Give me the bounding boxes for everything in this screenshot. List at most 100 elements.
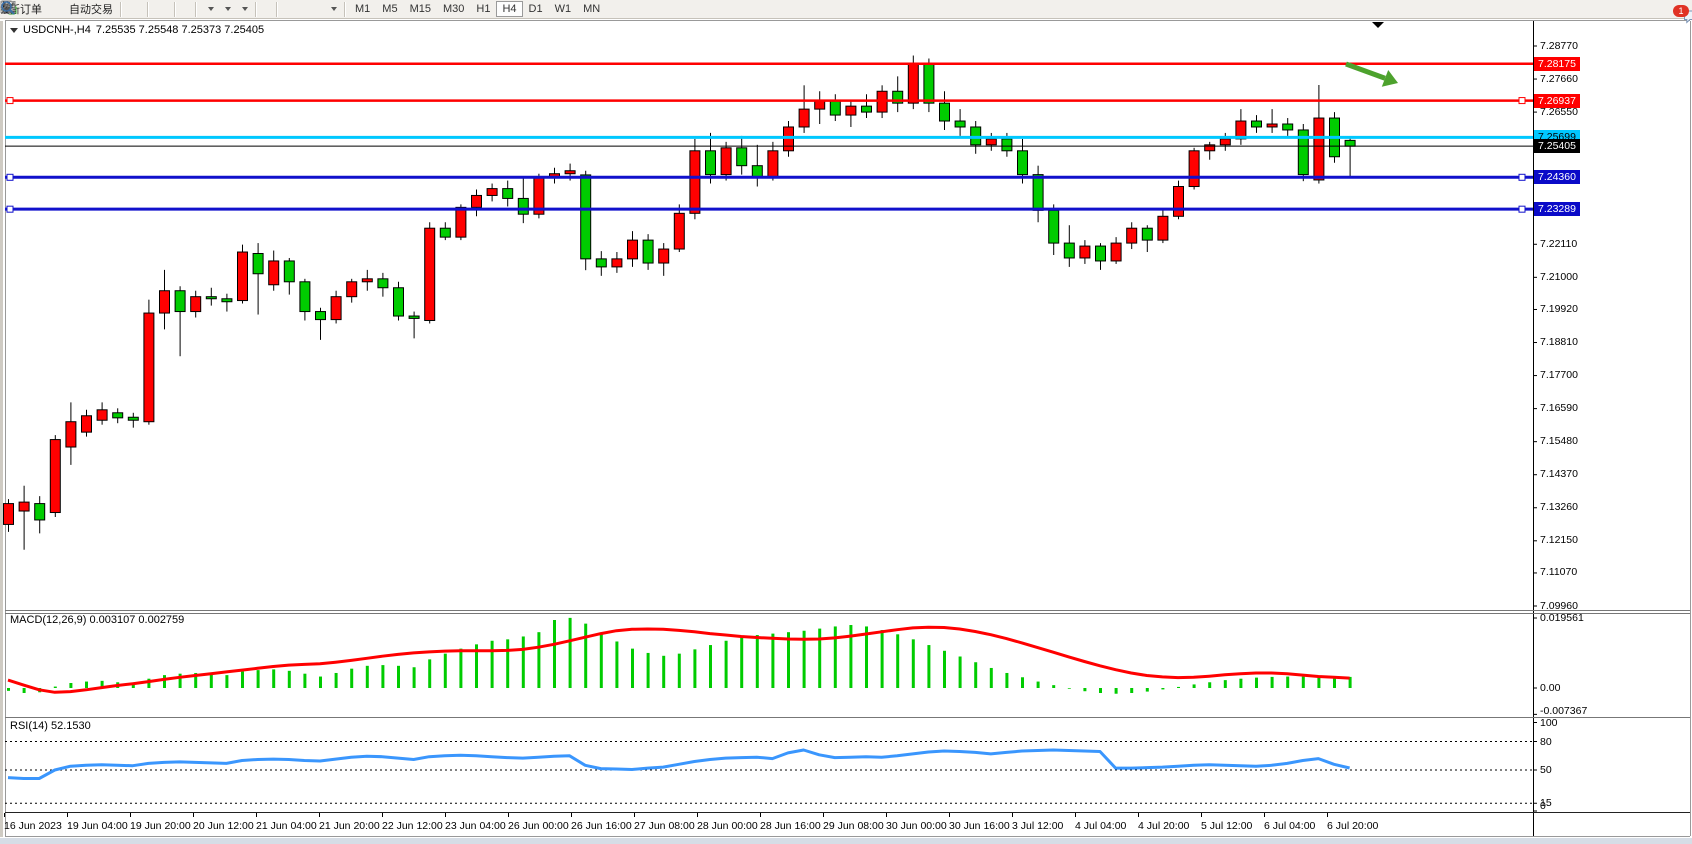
timeframe-h4-button[interactable]: H4 — [496, 1, 522, 17]
candle-body — [284, 261, 294, 282]
candle-body — [612, 259, 622, 267]
timeframe-h1-button[interactable]: H1 — [470, 1, 496, 17]
price-scale-tick: 7.11070 — [1540, 566, 1577, 578]
candle-body — [128, 417, 138, 420]
time-axis-label: 16 Jun 2023 — [4, 820, 62, 832]
price-scale-tick: 7.16590 — [1540, 402, 1578, 414]
level-line-handle — [7, 98, 13, 104]
chart-shift-button[interactable] — [185, 0, 191, 18]
candle-body — [1220, 139, 1230, 145]
candle-body — [160, 291, 170, 313]
candle-body — [830, 100, 840, 115]
candle-body — [737, 148, 747, 166]
candle-body — [1142, 228, 1152, 240]
chart-title: USDCNH-,H4 7.25535 7.25548 7.25373 7.254… — [10, 24, 264, 36]
chart-ohlc-values: 7.25535 7.25548 7.25373 7.25405 — [96, 24, 264, 36]
candle-body — [456, 207, 466, 237]
candle-body — [378, 279, 388, 288]
time-axis-label: 28 Jun 16:00 — [760, 820, 821, 832]
candle-body — [1127, 228, 1137, 243]
candle-body — [1033, 175, 1043, 211]
time-axis-label: 4 Jul 20:00 — [1138, 820, 1189, 832]
toolbar-separator — [344, 2, 345, 17]
level-line-handle — [7, 206, 13, 212]
candle-body — [674, 213, 684, 249]
time-axis-label: 29 Jun 08:00 — [823, 820, 884, 832]
timeframe-d1-button[interactable]: D1 — [523, 1, 549, 17]
timeframe-m1-button[interactable]: M1 — [349, 1, 376, 17]
dropdown-arrow-icon — [242, 7, 248, 11]
candle-body — [347, 282, 357, 297]
candle-body — [1252, 121, 1262, 127]
candle-body — [1049, 210, 1059, 243]
rsi-scale-tick: 100 — [1540, 717, 1558, 729]
timeframe-w1-button[interactable]: W1 — [549, 1, 578, 17]
time-axis-label: 30 Jun 00:00 — [886, 820, 947, 832]
candle-body — [1283, 124, 1293, 130]
candle-body — [253, 254, 263, 274]
candle-body — [66, 422, 76, 447]
price-scale-tick: 7.22110 — [1540, 238, 1577, 250]
candle-body — [113, 413, 123, 418]
candle-body — [1174, 187, 1184, 217]
indicators-button[interactable] — [200, 0, 217, 18]
tile-windows-button[interactable] — [164, 0, 170, 18]
candle-body — [1018, 151, 1028, 175]
window-bottom-strip — [0, 838, 1692, 844]
candle-body — [300, 282, 310, 312]
price-tag: 7.28175 — [1534, 57, 1580, 71]
candle-body — [238, 252, 248, 301]
timeframe-m15-button[interactable]: M15 — [404, 1, 437, 17]
candle-body — [581, 175, 591, 259]
price-scale-tick: 7.09960 — [1540, 600, 1578, 612]
collapse-triangle-icon — [10, 28, 18, 33]
crosshair-tool-button[interactable] — [266, 0, 272, 18]
candle-body — [1158, 216, 1168, 240]
candle-body — [50, 440, 60, 513]
time-axis-label: 19 Jun 04:00 — [67, 820, 128, 832]
rsi-indicator-label: RSI(14) 52.1530 — [10, 720, 91, 732]
timeframe-m30-button[interactable]: M30 — [437, 1, 470, 17]
level-line-handle — [1519, 98, 1525, 104]
candle-body — [1096, 246, 1106, 261]
candle-body — [690, 151, 700, 214]
candle-body — [440, 228, 450, 237]
autotrading-button[interactable]: 自动交易 — [63, 0, 116, 18]
timeframe-mn-button[interactable]: MN — [577, 1, 606, 17]
line-chart-button[interactable] — [137, 0, 143, 18]
macd-indicator-label: MACD(12,26,9) 0.003107 0.002759 — [10, 614, 184, 626]
dropdown-arrow-icon — [225, 7, 231, 11]
candle-body — [331, 297, 341, 320]
candle-body — [596, 259, 606, 267]
rsi-scale-tick: 80 — [1540, 736, 1552, 748]
time-axis-label: 5 Jul 12:00 — [1201, 820, 1252, 832]
candle-body — [768, 151, 778, 178]
macd-scale-tick: 0.00 — [1540, 682, 1560, 694]
price-tag: 7.24360 — [1534, 170, 1580, 184]
time-axis-label: 21 Jun 04:00 — [256, 820, 317, 832]
candle-body — [1064, 243, 1074, 258]
periods-button[interactable] — [217, 0, 234, 18]
templates-button[interactable] — [234, 0, 251, 18]
candle-body — [206, 297, 216, 299]
toolbar-separator — [120, 2, 121, 17]
candle-body — [175, 291, 185, 312]
candle-body — [394, 288, 404, 316]
price-scale-tick: 7.17700 — [1540, 369, 1578, 381]
dropdown-arrow-icon — [208, 7, 214, 11]
rsi-scale-tick: 0 — [1540, 800, 1546, 812]
toolbar-separator — [255, 2, 256, 17]
candle-body — [269, 261, 279, 285]
autotrading-label: 自动交易 — [69, 1, 113, 17]
chart-canvas[interactable] — [0, 0, 1692, 844]
price-scale-tick: 7.15480 — [1540, 435, 1578, 447]
chart-shift-marker[interactable] — [1372, 22, 1384, 28]
time-axis-label: 26 Jun 16:00 — [571, 820, 632, 832]
price-tag: 7.26937 — [1534, 94, 1580, 108]
price-scale-tick: 7.18810 — [1540, 336, 1578, 348]
candle-body — [940, 103, 950, 121]
arrows-tool-button[interactable] — [323, 0, 340, 18]
rsi-line — [8, 750, 1350, 779]
timeframe-m5-button[interactable]: M5 — [376, 1, 403, 17]
candle-body — [846, 106, 856, 115]
